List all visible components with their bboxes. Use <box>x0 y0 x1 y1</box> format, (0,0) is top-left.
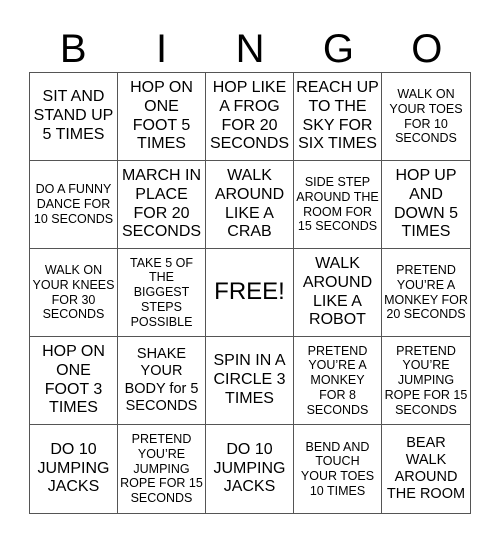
bingo-cell[interactable]: DO A FUNNY DANCE FOR 10 SECONDS <box>30 161 118 249</box>
bingo-cell[interactable]: PRETEND YOU’RE JUMPING ROPE FOR 15 SECON… <box>382 337 470 425</box>
header-letter-i: I <box>156 27 168 71</box>
bingo-cell[interactable]: SPIN IN A CIRCLE 3 TIMES <box>206 337 294 425</box>
bingo-cell[interactable]: WALK AROUND LIKE A CRAB <box>206 161 294 249</box>
bingo-grid: SIT AND STAND UP 5 TIMES HOP ON ONE FOOT… <box>29 72 471 514</box>
header-letter-g: G <box>322 27 354 71</box>
bingo-cell[interactable]: WALK AROUND LIKE A ROBOT <box>294 249 382 337</box>
bingo-cell[interactable]: WALK ON YOUR KNEES FOR 30 SECONDS <box>30 249 118 337</box>
bingo-cell[interactable]: HOP UP AND DOWN 5 TIMES <box>382 161 470 249</box>
bingo-cell[interactable]: HOP ON ONE FOOT 3 TIMES <box>30 337 118 425</box>
bingo-cell[interactable]: DO 10 JUMPING JACKS <box>206 425 294 513</box>
bingo-cell[interactable]: PRETEND YOU’RE A MONKEY FOR 8 SECONDS <box>294 337 382 425</box>
header-letter-n: N <box>235 27 265 71</box>
bingo-cell[interactable]: PRETEND YOU’RE A MONKEY FOR 20 SECONDS <box>382 249 470 337</box>
bingo-cell[interactable]: HOP LIKE A FROG FOR 20 SECONDS <box>206 73 294 161</box>
bingo-cell[interactable]: BEAR WALK AROUND THE ROOM <box>382 425 470 513</box>
bingo-cell[interactable]: REACH UP TO THE SKY FOR SIX TIMES <box>294 73 382 161</box>
bingo-cell[interactable]: PRETEND YOU’RE JUMPING ROPE FOR 15 SECON… <box>118 425 206 513</box>
bingo-cell[interactable]: TAKE 5 OF THE BIGGEST STEPS POSSIBLE <box>118 249 206 337</box>
header-letter-o: O <box>411 27 443 71</box>
bingo-cell[interactable]: SHAKE YOUR BODY for 5 SECONDS <box>118 337 206 425</box>
header-letter-b: B <box>59 27 87 71</box>
free-cell[interactable]: FREE! <box>206 249 294 337</box>
bingo-cell[interactable]: DO 10 JUMPING JACKS <box>30 425 118 513</box>
bingo-cell[interactable]: BEND AND TOUCH YOUR TOES 10 TIMES <box>294 425 382 513</box>
bingo-cell[interactable]: HOP ON ONE FOOT 5 TIMES <box>118 73 206 161</box>
bingo-cell[interactable]: SIDE STEP AROUND THE ROOM FOR 15 SECONDS <box>294 161 382 249</box>
bingo-header: B I N G O <box>29 26 471 72</box>
bingo-cell[interactable]: MARCH IN PLACE FOR 20 SECONDS <box>118 161 206 249</box>
bingo-cell[interactable]: SIT AND STAND UP 5 TIMES <box>30 73 118 161</box>
bingo-cell[interactable]: WALK ON YOUR TOES FOR 10 SECONDS <box>382 73 470 161</box>
